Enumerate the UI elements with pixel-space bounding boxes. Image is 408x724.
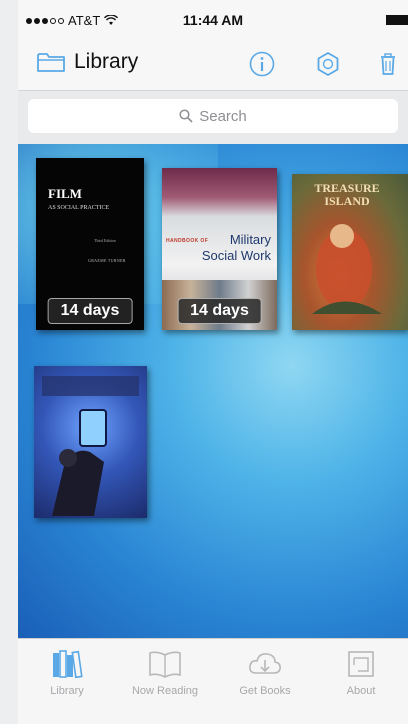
battery-icon [386,15,408,25]
tab-label: Library [50,685,84,697]
tab-about[interactable]: About [316,649,406,697]
tab-bar: Library Now Reading Get Books About [18,638,408,724]
book-comic-cover[interactable] [34,366,147,518]
search-input[interactable]: Search [28,99,398,133]
settings-gear-icon[interactable] [314,50,342,78]
search-icon [179,109,193,123]
about-book-icon [348,651,374,677]
open-book-icon [149,651,181,678]
book-cover-title: Military Social Work [201,232,271,263]
status-bar: AT&T 11:44 AM [18,0,408,40]
book-cover-subtitle: AS SOCIAL PRACTICE [48,205,110,211]
tab-get-books[interactable]: Get Books [220,649,310,697]
book-cover-author: GRAEME TURNER [88,258,126,263]
tab-label: About [346,685,376,697]
book-treasure-island[interactable]: TREASURE ISLAND [292,174,408,330]
library-title-group: Library [36,50,138,74]
search-placeholder: Search [199,107,247,125]
book-military-social-work[interactable]: HANDBOOK OF Military Social Work 14 days [162,168,277,330]
download-cloud-icon [249,653,281,674]
loan-badge: 14 days [47,298,133,324]
info-icon[interactable] [248,50,276,78]
book-shelf: FILM AS SOCIAL PRACTICE Third Edition GR… [18,144,408,638]
phone-screen: AT&T 11:44 AM Library Search FILM AS SOC… [18,0,408,724]
tab-now-reading[interactable]: Now Reading [120,649,210,697]
navigation-bar: Library [18,40,408,90]
books-icon [53,650,83,679]
pirate-illustration-icon [312,224,382,314]
page-title: Library [74,50,139,73]
tab-label: Get Books [239,685,291,697]
book-film-as-social-practice[interactable]: FILM AS SOCIAL PRACTICE Third Edition GR… [36,158,144,330]
tab-label: Now Reading [131,685,199,697]
search-bar-area: Search [18,90,408,145]
hero-tablet-illustration-icon [42,376,139,516]
book-cover-edition: Third Edition [94,238,116,243]
folder-icon [37,53,65,72]
tab-library[interactable]: Library [22,649,112,697]
trash-icon[interactable] [374,50,402,78]
book-cover-title: FILM [48,186,82,201]
status-time: 11:44 AM [182,12,244,28]
loan-badge: 14 days [177,298,262,324]
